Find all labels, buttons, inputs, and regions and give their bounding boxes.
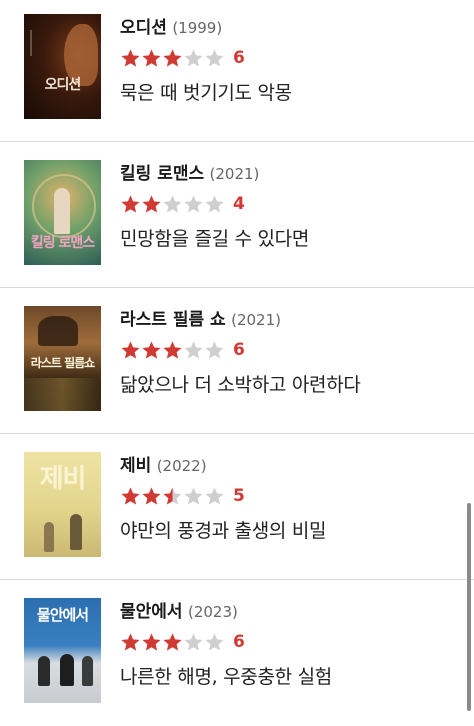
star-icon xyxy=(142,487,161,504)
title-row: 라스트 필름 쇼 (2021) xyxy=(120,308,464,332)
empty-star-icon xyxy=(163,195,182,212)
half-star-icon xyxy=(163,487,182,504)
poster-crowd xyxy=(24,378,101,411)
empty-star-icon xyxy=(184,487,203,504)
poster-figure xyxy=(70,514,82,550)
star-icon xyxy=(163,341,182,358)
star-icon xyxy=(121,341,140,358)
movie-year: (1999) xyxy=(172,19,223,37)
star-rating xyxy=(120,486,225,507)
movie-poster[interactable]: 오디션 xyxy=(24,14,101,119)
empty-star-icon xyxy=(184,341,203,358)
movie-title[interactable]: 라스트 필름 쇼 xyxy=(120,310,226,330)
poster-title: 제비 xyxy=(39,464,87,494)
list-item[interactable]: 제비 제비 (2022) 5 야만의 풍경과 출생의 비밀 xyxy=(0,434,474,580)
review-list: 오디션 오디션 (1999) 6 묵은 때 벗기기도 악몽 킬링 로맨스 킬링 … xyxy=(0,0,474,726)
star-icon xyxy=(121,49,140,66)
star-icon xyxy=(142,49,161,66)
review-comment: 나른한 해명, 우중충한 실험 xyxy=(120,666,332,688)
movie-poster[interactable]: 물안에서 xyxy=(24,598,101,703)
star-icon xyxy=(142,195,161,212)
score: 6 xyxy=(233,340,245,360)
movie-year: (2022) xyxy=(156,457,207,475)
title-row: 제비 (2022) xyxy=(120,454,464,478)
star-icon xyxy=(121,633,140,650)
review-comment: 민망함을 즐길 수 있다면 xyxy=(120,228,310,250)
movie-year: (2021) xyxy=(209,165,260,183)
score: 5 xyxy=(233,486,245,506)
movie-info: 제비 (2022) 5 야만의 풍경과 출생의 비밀 xyxy=(120,454,464,543)
star-icon xyxy=(163,49,182,66)
movie-year: (2021) xyxy=(231,311,281,329)
review-comment: 묵은 때 벗기기도 악몽 xyxy=(120,82,292,104)
poster-deco xyxy=(30,30,62,56)
star-rating xyxy=(120,48,225,69)
movie-info: 물안에서 (2023) 6 나른한 해명, 우중충한 실험 xyxy=(120,600,464,689)
rating-row: 5 xyxy=(120,485,464,507)
movie-info: 라스트 필름 쇼 (2021) 6 닮았으나 더 소박하고 아련하다 xyxy=(120,308,464,397)
empty-star-icon xyxy=(184,195,203,212)
poster-title: 물안에서 xyxy=(36,606,89,624)
poster-figure xyxy=(54,188,70,234)
empty-star-icon xyxy=(205,487,224,504)
movie-poster[interactable]: 제비 xyxy=(24,452,101,557)
poster-title: 킬링 로맨스 xyxy=(30,235,95,251)
star-icon xyxy=(121,487,140,504)
poster-title: 오디션 xyxy=(44,77,82,93)
empty-star-icon xyxy=(205,633,224,650)
movie-info: 오디션 (1999) 6 묵은 때 벗기기도 악몽 xyxy=(120,16,464,105)
list-item[interactable]: 킬링 로맨스 킬링 로맨스 (2021) 4 민망함을 즐길 수 있다면 xyxy=(0,142,474,288)
empty-star-icon xyxy=(205,195,224,212)
empty-star-icon xyxy=(205,49,224,66)
movie-poster[interactable]: 라스트 필름쇼 xyxy=(24,306,101,411)
poster-figure-2 xyxy=(60,654,74,686)
movie-info: 킬링 로맨스 (2021) 4 민망함을 즐길 수 있다면 xyxy=(120,162,464,251)
review-comment: 닮았으나 더 소박하고 아련하다 xyxy=(120,374,361,396)
score: 4 xyxy=(233,194,245,214)
movie-title[interactable]: 물안에서 xyxy=(120,602,183,622)
scrollbar[interactable] xyxy=(467,503,471,711)
movie-poster[interactable]: 킬링 로맨스 xyxy=(24,160,101,265)
score: 6 xyxy=(233,632,245,652)
movie-title[interactable]: 오디션 xyxy=(120,18,167,38)
star-icon xyxy=(163,633,182,650)
rating-row: 6 xyxy=(120,47,464,69)
poster-title: 라스트 필름쇼 xyxy=(30,356,95,370)
star-icon xyxy=(121,195,140,212)
star-icon xyxy=(142,633,161,650)
star-rating xyxy=(120,340,225,361)
rating-row: 6 xyxy=(120,631,464,653)
star-rating xyxy=(120,194,225,215)
title-row: 오디션 (1999) xyxy=(120,16,464,40)
poster-figure xyxy=(38,316,78,346)
list-item[interactable]: 오디션 오디션 (1999) 6 묵은 때 벗기기도 악몽 xyxy=(0,0,474,142)
title-row: 킬링 로맨스 (2021) xyxy=(120,162,464,186)
star-rating xyxy=(120,632,225,653)
rating-row: 4 xyxy=(120,193,464,215)
star-icon xyxy=(142,341,161,358)
movie-title[interactable]: 킬링 로맨스 xyxy=(120,164,204,184)
score: 6 xyxy=(233,48,245,68)
list-item[interactable]: 라스트 필름쇼 라스트 필름 쇼 (2021) 6 닮았으나 더 소박하고 아련… xyxy=(0,288,474,434)
empty-star-icon xyxy=(184,49,203,66)
review-comment: 야만의 풍경과 출생의 비밀 xyxy=(120,520,327,542)
list-item[interactable]: 물안에서 물안에서 (2023) 6 나른한 해명, 우중충한 실험 xyxy=(0,580,474,726)
movie-title[interactable]: 제비 xyxy=(120,456,151,476)
title-row: 물안에서 (2023) xyxy=(120,600,464,624)
poster-figure xyxy=(38,656,50,686)
poster-figure-3 xyxy=(82,656,93,686)
empty-star-icon xyxy=(205,341,224,358)
rating-row: 6 xyxy=(120,339,464,361)
movie-year: (2023) xyxy=(187,603,238,621)
poster-figure-2 xyxy=(44,522,54,552)
empty-star-icon xyxy=(184,633,203,650)
